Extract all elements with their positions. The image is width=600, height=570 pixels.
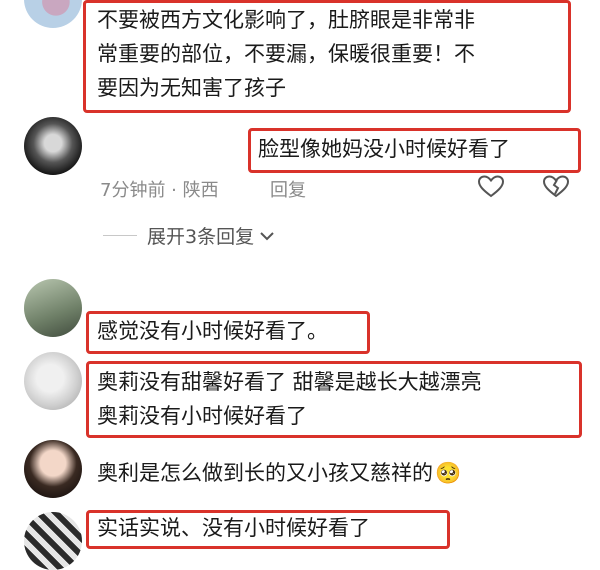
comment-text-line: 脸型像她妈没小时候好看了: [258, 137, 510, 161]
comment-text-line: 要因为无知害了孩子: [97, 76, 286, 100]
comment-text-line: 不要被西方文化影响了，肚脐眼是非常非: [97, 8, 475, 32]
divider: [103, 235, 137, 236]
avatar[interactable]: [24, 279, 82, 337]
dislike-heart-icon[interactable]: [543, 175, 569, 199]
comment-text-line: 常重要的部位，不要漏，保暖很重要！不: [97, 42, 475, 66]
comment-text-line: 奥莉没有甜馨好看了 甜馨是越长大越漂亮: [97, 370, 482, 394]
heart-icon[interactable]: [478, 175, 504, 199]
avatar[interactable]: [24, 352, 82, 410]
reply-button[interactable]: 回复: [270, 176, 306, 202]
comment-text-line: 感觉没有小时候好看了。: [97, 319, 328, 343]
location-text: 陕西: [182, 180, 219, 201]
expand-replies[interactable]: 展开3条回复: [103, 222, 276, 249]
avatar[interactable]: [24, 0, 82, 28]
avatar[interactable]: [24, 440, 82, 498]
comment-text: 奥利是怎么做到长的又小孩又慈祥的: [97, 461, 433, 485]
time-text: 7分钟前: [100, 180, 166, 201]
avatar[interactable]: [24, 117, 82, 175]
expand-replies-label: 展开3条回复: [147, 226, 255, 248]
comment-text-line: 奥莉没有小时候好看了: [97, 404, 307, 428]
comment-time: 7分钟前 · 陕西: [100, 180, 219, 201]
comment-text-line: 奥利是怎么做到长的又小孩又慈祥的🥺: [97, 458, 461, 489]
chevron-down-icon: [260, 231, 274, 240]
pleading-face-emoji: 🥺: [435, 461, 462, 485]
avatar[interactable]: [24, 512, 82, 570]
comment-text-line: 实话实说、没有小时候好看了: [97, 516, 370, 540]
